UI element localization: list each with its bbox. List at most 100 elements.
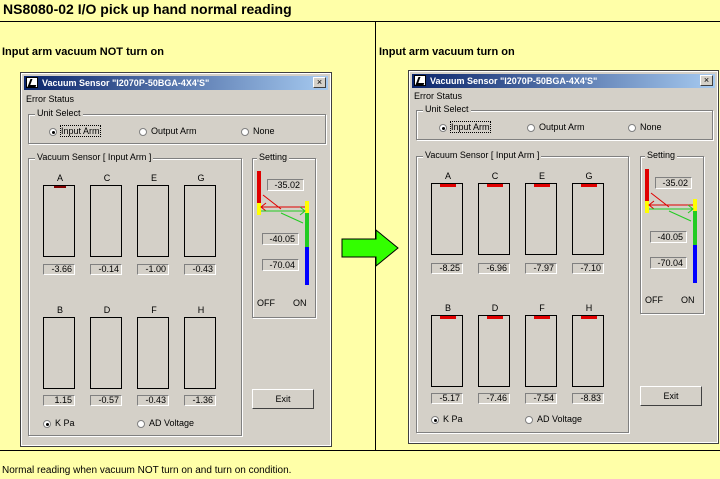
unit-select-label: Unit Select: [35, 108, 83, 118]
sensor-label-b: B: [444, 303, 451, 313]
sensor-bar-d: [90, 317, 122, 389]
level-marker: [581, 316, 597, 319]
app-icon: [26, 77, 38, 88]
unit-select-group: Unit Select Input Arm Output Arm None: [28, 108, 326, 144]
radio-none[interactable]: None: [241, 126, 275, 137]
sensor-value-b: -5.17: [431, 393, 463, 404]
sensor-label-b: B: [56, 305, 63, 315]
setting-value-high: -35.02: [655, 177, 692, 189]
level-marker: [487, 316, 503, 319]
sensor-label-h: H: [585, 303, 593, 313]
sensor-label-c: C: [103, 173, 111, 183]
vacuum-sensor-label: Vacuum Sensor [ Input Arm ]: [423, 150, 542, 160]
radio-icon: [241, 127, 249, 136]
left-heading: Input arm vacuum NOT turn on: [2, 46, 164, 58]
page-title: NS8080-02 I/O pick up hand normal readin…: [3, 1, 292, 17]
sensor-bar-e: [137, 185, 169, 257]
radio-input-arm[interactable]: Input Arm: [49, 125, 101, 137]
sensor-bar-b: [431, 315, 463, 387]
sensor-value-b: 1.15: [43, 395, 75, 406]
sensor-value-g: -0.43: [184, 264, 216, 275]
vacuum-sensor-window-left: Vacuum Sensor "I2070P-50BGA-4X4'S" × Err…: [20, 72, 332, 447]
sensor-value-a: -3.66: [43, 264, 75, 275]
radio-ad-voltage[interactable]: AD Voltage: [525, 414, 582, 425]
sensor-label-a: A: [56, 173, 63, 183]
setting-label: Setting: [257, 152, 290, 162]
bottom-divider: [0, 450, 720, 451]
vacuum-sensor-group: Vacuum Sensor [ Input Arm ] A C E G -3.6…: [28, 152, 242, 436]
sensor-value-h: -1.36: [184, 395, 216, 406]
radio-output-arm[interactable]: Output Arm: [139, 126, 197, 137]
sensor-value-c: -6.96: [478, 263, 510, 274]
top-divider: [0, 21, 720, 22]
window-title: Vacuum Sensor "I2070P-50BGA-4X4'S": [430, 76, 598, 86]
sensor-bar-a: [431, 183, 463, 255]
sensor-label-d: D: [491, 303, 499, 313]
radio-icon: [525, 415, 533, 424]
setting-value-mid: -40.05: [650, 231, 687, 243]
sensor-label-f: F: [539, 303, 545, 313]
radio-none[interactable]: None: [628, 122, 662, 133]
vacuum-sensor-label: Vacuum Sensor [ Input Arm ]: [35, 152, 154, 162]
sensor-value-a: -8.25: [431, 263, 463, 274]
sensor-bar-h: [572, 315, 604, 387]
setting-group: Setting -35.02 -40.05 -70.04 OFF ON: [640, 150, 704, 314]
sensor-bar-e: [525, 183, 557, 255]
off-label: OFF: [645, 295, 663, 305]
radio-icon: [527, 123, 535, 132]
setting-value-mid: -40.05: [262, 233, 299, 245]
radio-kpa[interactable]: K Pa: [431, 414, 463, 425]
close-button[interactable]: ×: [313, 77, 326, 88]
exit-button[interactable]: Exit: [640, 386, 702, 406]
setting-group: Setting -35.02 -40.05 -70.04 OFF ON: [252, 152, 316, 318]
sensor-label-e: E: [150, 173, 157, 183]
sensor-value-e: -7.97: [525, 263, 557, 274]
sensor-value-c: -0.14: [90, 264, 122, 275]
sensor-bar-h: [184, 317, 216, 389]
radio-input-arm[interactable]: Input Arm: [439, 121, 491, 133]
sensor-bar-f: [525, 315, 557, 387]
radio-output-arm[interactable]: Output Arm: [527, 122, 585, 133]
sensor-value-h: -8.83: [572, 393, 604, 404]
level-marker: [440, 184, 456, 187]
close-button[interactable]: ×: [700, 75, 713, 86]
on-label: ON: [293, 298, 307, 308]
sensor-bar-f: [137, 317, 169, 389]
level-marker: [581, 184, 597, 187]
sensor-value-d: -0.57: [90, 395, 122, 406]
title-bar: Vacuum Sensor "I2070P-50BGA-4X4'S" ×: [412, 74, 715, 88]
setting-value-low: -70.04: [650, 257, 687, 269]
level-marker: [440, 316, 456, 319]
radio-selected-icon: [43, 419, 51, 428]
sensor-label-h: H: [197, 305, 205, 315]
off-label: OFF: [257, 298, 275, 308]
window-title: Vacuum Sensor "I2070P-50BGA-4X4'S": [42, 78, 210, 88]
right-arrow-icon: [341, 228, 399, 268]
level-marker: [487, 184, 503, 187]
footer-note: Normal reading when vacuum NOT turn on a…: [2, 465, 292, 476]
setting-value-high: -35.02: [267, 179, 304, 191]
sensor-bar-c: [90, 185, 122, 257]
sensor-bar-g: [572, 183, 604, 255]
right-heading: Input arm vacuum turn on: [379, 46, 515, 58]
vacuum-sensor-group: Vacuum Sensor [ Input Arm ] A C E G -8.2…: [416, 150, 629, 433]
sensor-bar-g: [184, 185, 216, 257]
radio-ad-voltage[interactable]: AD Voltage: [137, 418, 194, 429]
error-status: Error Status: [26, 94, 75, 104]
sensor-value-e: -1.00: [137, 264, 169, 275]
radio-icon: [628, 123, 636, 132]
radio-kpa[interactable]: K Pa: [43, 418, 75, 429]
radio-icon: [139, 127, 147, 136]
sensor-bar-b: [43, 317, 75, 389]
sensor-value-f: -0.43: [137, 395, 169, 406]
sensor-value-g: -7.10: [572, 263, 604, 274]
setting-label: Setting: [645, 150, 678, 160]
sensor-label-g: G: [197, 173, 205, 183]
sensor-label-f: F: [151, 305, 157, 315]
on-label: ON: [681, 295, 695, 305]
setting-value-low: -70.04: [262, 259, 299, 271]
level-marker: [54, 186, 66, 188]
sensor-bar-a: [43, 185, 75, 257]
sensor-bar-d: [478, 315, 510, 387]
exit-button[interactable]: Exit: [252, 389, 314, 409]
